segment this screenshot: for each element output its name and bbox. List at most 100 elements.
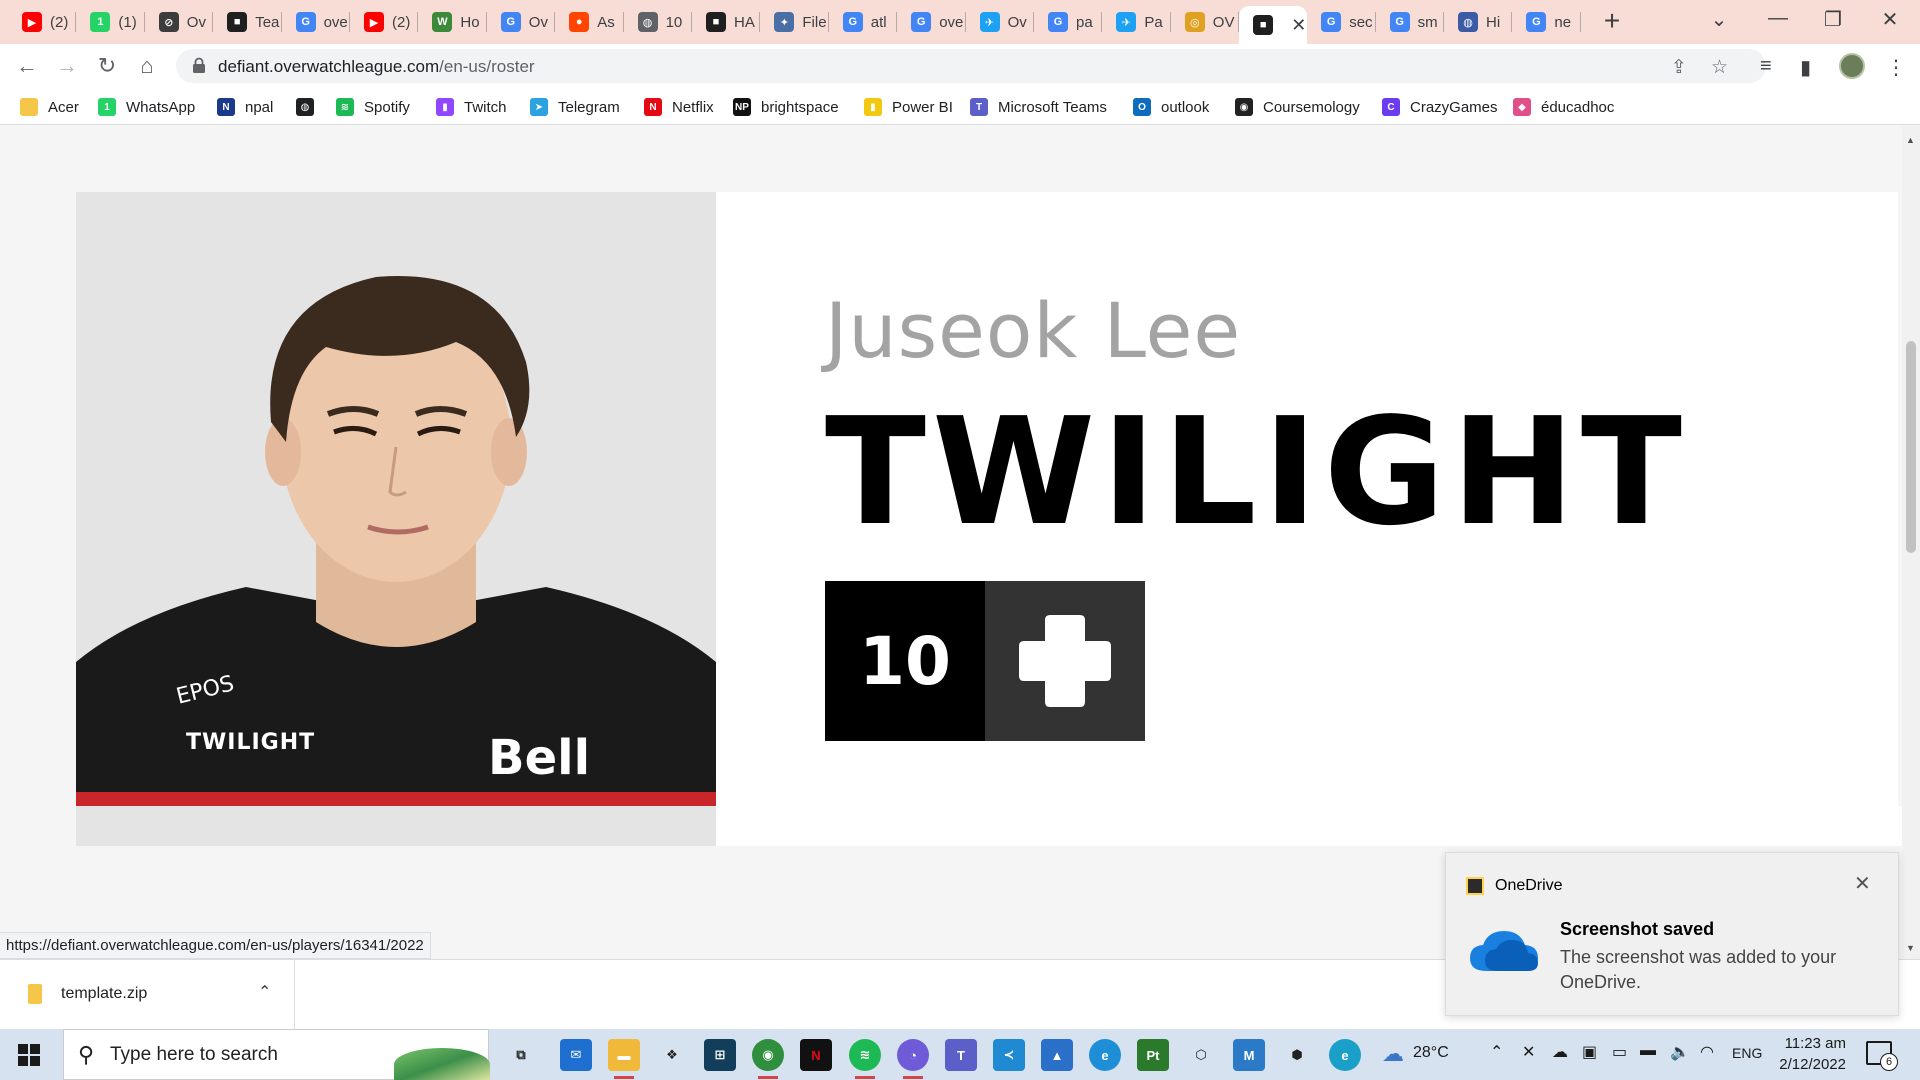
- notification-center-icon[interactable]: 6: [1866, 1041, 1898, 1071]
- dropbox-icon[interactable]: ❖: [656, 1039, 688, 1071]
- pycharm-icon[interactable]: Pt: [1137, 1039, 1169, 1071]
- browser-tab[interactable]: Gatl: [829, 6, 898, 38]
- forward-icon[interactable]: →: [53, 52, 81, 80]
- bookmark-item[interactable]: ◍: [296, 95, 314, 119]
- device-icon[interactable]: ▣: [1582, 1042, 1597, 1062]
- browser-tab[interactable]: G Ov: [487, 6, 556, 38]
- chevron-up-icon[interactable]: ⌃: [258, 982, 271, 1002]
- weather-temp[interactable]: 28°C: [1413, 1044, 1449, 1062]
- page-scrollbar[interactable]: ▲ ▼: [1902, 126, 1920, 959]
- taskbar-clock[interactable]: 11:23 am 2/12/2022: [1776, 1033, 1846, 1075]
- address-url[interactable]: defiant.overwatchleague.com/en-us/roster: [218, 57, 535, 77]
- app-store-icon[interactable]: ⊞: [704, 1039, 736, 1071]
- network-error-icon[interactable]: ✕: [1522, 1042, 1535, 1062]
- download-item[interactable]: template.zip ⌃: [0, 960, 295, 1030]
- minimize-button[interactable]: —: [1758, 7, 1798, 30]
- show-hidden-icons-icon[interactable]: ⌃: [1490, 1042, 1503, 1062]
- bookmark-item[interactable]: 1 WhatsApp: [98, 95, 195, 119]
- display-icon[interactable]: ▭: [1612, 1042, 1627, 1062]
- browser-tab[interactable]: ✈ Ov: [966, 6, 1034, 38]
- bookmark-item[interactable]: Nnpal: [217, 95, 273, 119]
- teams-icon[interactable]: T: [945, 1039, 977, 1071]
- share-icon[interactable]: ⇪: [1671, 56, 1687, 79]
- tab-search-chevron-icon[interactable]: ⌄: [1699, 7, 1739, 32]
- browser-tab[interactable]: Gne: [1512, 6, 1581, 38]
- browser-tab[interactable]: ⊘ Ov: [145, 6, 214, 38]
- edge-beta-icon[interactable]: e: [1329, 1039, 1361, 1071]
- scroll-down-icon[interactable]: ▼: [1906, 943, 1915, 953]
- close-tab-icon[interactable]: ✕: [1291, 15, 1306, 36]
- browser-tab[interactable]: Gove: [897, 6, 966, 38]
- bookmark-item[interactable]: Ooutlook: [1133, 95, 1209, 119]
- menu-dots-icon[interactable]: ⋮: [1886, 55, 1906, 80]
- discord-icon[interactable]: ◔: [897, 1039, 929, 1079]
- side-panel-icon[interactable]: ▮: [1800, 55, 1811, 80]
- input-language[interactable]: ENG: [1732, 1045, 1762, 1061]
- task-view-icon[interactable]: ⧉: [505, 1039, 537, 1071]
- vscode-icon[interactable]: ≺: [993, 1039, 1025, 1071]
- bookmark-item[interactable]: Acer: [20, 95, 79, 119]
- weather-icon[interactable]: ☁: [1382, 1041, 1404, 1067]
- browser-tab[interactable]: ✈ Pa: [1102, 6, 1171, 38]
- restore-button[interactable]: ❐: [1813, 7, 1853, 32]
- browser-tab[interactable]: ■ ✕: [1239, 6, 1308, 44]
- bookmark-item[interactable]: ◆ éducadhoc: [1513, 95, 1614, 119]
- next-player-photo[interactable]: [76, 806, 716, 846]
- wifi-icon[interactable]: ◠: [1700, 1042, 1714, 1062]
- bookmark-item[interactable]: ◉ Coursemology: [1235, 95, 1360, 119]
- scroll-up-icon[interactable]: ▲: [1906, 135, 1915, 145]
- browser-tab[interactable]: 1 (1): [76, 6, 145, 38]
- taskbar-search-box[interactable]: ⚲ Type here to search: [63, 1029, 490, 1080]
- bookmark-item[interactable]: C CrazyGames: [1382, 95, 1498, 119]
- home-icon[interactable]: ⌂: [133, 52, 161, 80]
- close-icon[interactable]: ✕: [1854, 871, 1871, 896]
- bookmark-item[interactable]: ▮ Power BI: [864, 95, 953, 119]
- mail-icon[interactable]: ✉: [560, 1039, 592, 1071]
- bookmark-item[interactable]: ▮ Twitch: [436, 95, 507, 119]
- browser-tab[interactable]: ◍ 10: [624, 6, 692, 38]
- browser-tab[interactable]: ◎ OV: [1171, 6, 1240, 38]
- onedrive-tray-icon[interactable]: ☁: [1552, 1042, 1568, 1062]
- battery-icon[interactable]: ▬: [1640, 1042, 1656, 1060]
- back-icon[interactable]: ←: [13, 52, 41, 80]
- browser-tab[interactable]: W Ho: [418, 6, 487, 38]
- file-explorer-icon[interactable]: ▬: [608, 1039, 640, 1079]
- browser-tab[interactable]: Gsec: [1307, 6, 1376, 38]
- address-bar[interactable]: defiant.overwatchleague.com/en-us/roster…: [176, 49, 1766, 83]
- bookmark-item[interactable]: T Microsoft Teams: [970, 95, 1107, 119]
- bookmark-item[interactable]: ➤ Telegram: [530, 95, 620, 119]
- browser-tab[interactable]: ▶ (2): [350, 6, 419, 38]
- browser-tab[interactable]: ▶ (2): [8, 6, 77, 38]
- photos-icon[interactable]: ▲: [1041, 1039, 1073, 1071]
- browser-tab[interactable]: Gove: [282, 6, 350, 38]
- unity-hub-icon[interactable]: ⬢: [1281, 1039, 1313, 1071]
- scrollbar-thumb[interactable]: [1906, 341, 1916, 553]
- volume-icon[interactable]: 🔈: [1670, 1042, 1690, 1062]
- browser-tab[interactable]: Gsm: [1376, 6, 1444, 38]
- chrome-icon[interactable]: ◉: [752, 1039, 784, 1079]
- bookmark-item[interactable]: NP brightspace: [733, 95, 839, 119]
- browser-tab[interactable]: Gpa: [1034, 6, 1103, 38]
- media-control-icon[interactable]: ≡: [1760, 55, 1772, 78]
- profile-avatar[interactable]: [1839, 53, 1865, 79]
- onedrive-notification[interactable]: OneDrive ✕ Screenshot saved The screensh…: [1445, 852, 1899, 1016]
- next-player-card[interactable]: [716, 806, 1902, 846]
- windows-start-icon[interactable]: [18, 1044, 40, 1066]
- bookmark-item[interactable]: N Netflix: [644, 95, 714, 119]
- player-card[interactable]: EPOS TWILIGHT Bell Juseok Lee TWILIGHT 1…: [76, 192, 1898, 832]
- close-window-button[interactable]: ✕: [1870, 7, 1910, 32]
- browser-tab[interactable]: ■ Tea: [213, 6, 282, 38]
- reload-icon[interactable]: ↻: [93, 52, 121, 80]
- bookmark-star-icon[interactable]: ☆: [1711, 56, 1728, 79]
- browser-tab[interactable]: ● As: [555, 6, 624, 38]
- maya-icon[interactable]: M: [1233, 1039, 1265, 1071]
- unity-icon[interactable]: ⬡: [1185, 1039, 1217, 1071]
- browser-tab[interactable]: ✦ File: [760, 6, 829, 38]
- new-tab-button[interactable]: +: [1597, 5, 1627, 37]
- spotify-icon[interactable]: ≋: [849, 1039, 881, 1079]
- browser-tab[interactable]: ◍ Hi: [1444, 6, 1513, 38]
- netflix-icon[interactable]: N: [800, 1039, 832, 1071]
- bookmark-item[interactable]: ≋ Spotify: [336, 95, 410, 119]
- browser-tab[interactable]: ■ HA: [692, 6, 761, 38]
- edge-icon[interactable]: e: [1089, 1039, 1121, 1071]
